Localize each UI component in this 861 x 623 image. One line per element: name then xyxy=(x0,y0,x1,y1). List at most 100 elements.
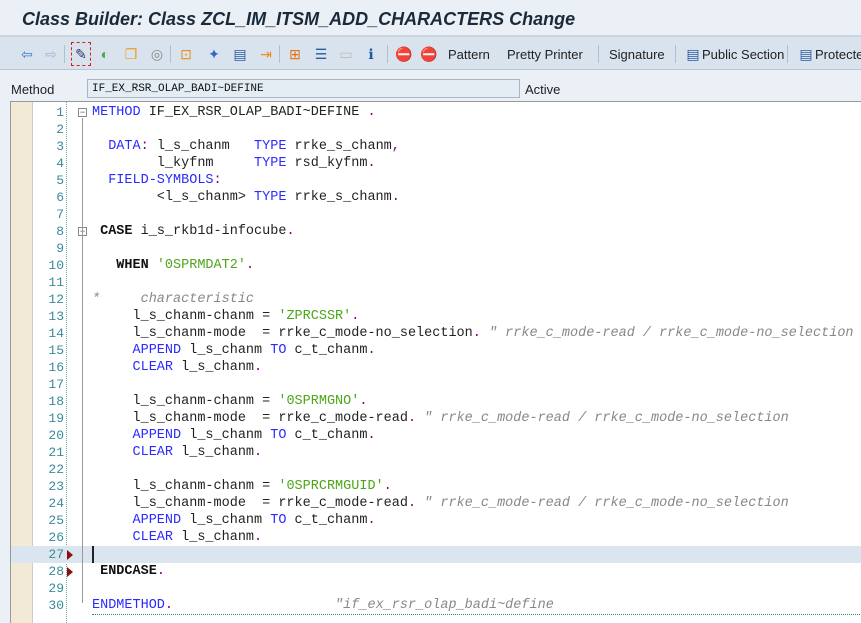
forward-button[interactable]: ⇨ xyxy=(42,43,60,65)
line-number: 21 xyxy=(48,445,64,460)
code-token: . xyxy=(407,411,417,426)
code-line[interactable]: 10 WHEN '0SPRMDAT2'. xyxy=(11,257,861,274)
code-token: '0SPRCRMGUID' xyxy=(278,479,384,494)
code-token: . xyxy=(351,309,360,324)
code-line[interactable]: 15 APPEND l_s_chanm TO c_t_chanm. xyxy=(11,342,861,359)
code-line[interactable]: 22 xyxy=(11,461,861,478)
object-list-button[interactable]: ⊡ xyxy=(177,43,195,65)
stop-button[interactable]: ⛔ xyxy=(395,43,413,65)
code-token: c_t_chanm xyxy=(286,428,368,443)
pattern-button[interactable]: Pattern xyxy=(448,43,490,65)
code-text: CASE i_s_rkb1d-infocube. xyxy=(92,224,294,239)
code-token: " rrke_c_mode-read / rrke_c_mode-no_sele… xyxy=(480,326,854,341)
inactive-objects-button[interactable]: ❐ xyxy=(122,43,140,65)
code-line[interactable]: 7 xyxy=(11,206,861,223)
protected-section-button[interactable]: ▤ Protecte xyxy=(797,43,861,65)
code-token: CASE xyxy=(92,224,133,239)
code-line[interactable]: 19 l_s_chanm-mode = rrke_c_mode-read. " … xyxy=(11,410,861,427)
code-line[interactable]: 5 FIELD-SYMBOLS: xyxy=(11,172,861,189)
code-line[interactable]: 25 APPEND l_s_chanm TO c_t_chanm. xyxy=(11,512,861,529)
info-button[interactable]: ℹ xyxy=(362,43,380,65)
code-token: '0SPRMDAT2' xyxy=(148,258,246,273)
code-line[interactable]: 14 l_s_chanm-mode = rrke_c_mode-no_selec… xyxy=(11,325,861,342)
code-token: l_s_chanm xyxy=(173,360,255,375)
outline-icon: ☰ xyxy=(314,45,328,62)
code-line[interactable]: 3 DATA: l_s_chanm TYPE rrke_s_chanm, xyxy=(11,138,861,155)
code-line[interactable]: 18 l_s_chanm-chanm = '0SPRMGNO'. xyxy=(11,393,861,410)
code-token: <l_s_chanm> xyxy=(92,190,255,205)
code-token: . xyxy=(254,360,263,375)
code-text: ENDMETHOD. "if_ex_rsr_olap_badi~define xyxy=(92,598,554,613)
code-line[interactable]: 16 CLEAR l_s_chanm. xyxy=(11,359,861,376)
code-line[interactable]: 30 ENDMETHOD. "if_ex_rsr_olap_badi~define xyxy=(11,597,861,614)
activate-button[interactable]: ◐ xyxy=(96,43,114,65)
move-button[interactable]: ⇥ xyxy=(257,43,275,65)
code-line[interactable]: 12 * characteristic xyxy=(11,291,861,308)
line-number: 27 xyxy=(48,547,64,562)
list-button[interactable]: ▭ xyxy=(337,43,355,65)
fold-guide xyxy=(82,118,83,603)
stop-session-button[interactable]: ⛔ xyxy=(420,43,438,65)
collapse-icon[interactable]: − xyxy=(78,108,87,117)
code-token: i_s_rkb1d-infocube xyxy=(132,224,287,239)
code-token: ENDCASE xyxy=(92,564,157,579)
move-icon: ⇥ xyxy=(260,45,272,62)
toolbar-separator xyxy=(64,45,65,63)
public-section-button[interactable]: ▤ Public Section xyxy=(684,43,784,65)
code-token: TO xyxy=(270,513,287,528)
method-end-divider xyxy=(92,614,861,615)
code-line[interactable]: 13 l_s_chanm-chanm = 'ZPRCSSR'. xyxy=(11,308,861,325)
breakpoint-marker-icon[interactable] xyxy=(67,567,73,577)
code-token: l_s_chanm xyxy=(181,343,271,358)
code-token: * characteristic xyxy=(92,292,255,307)
toolbar-separator xyxy=(279,45,280,63)
code-line[interactable]: 27 xyxy=(11,546,861,563)
line-number: 2 xyxy=(56,122,64,137)
breakpoint-marker-icon[interactable] xyxy=(67,550,73,560)
line-number: 22 xyxy=(48,462,64,477)
code-token: 'ZPRCSSR' xyxy=(278,309,352,324)
code-line[interactable]: 17 xyxy=(11,376,861,393)
code-text: CLEAR l_s_chanm. xyxy=(92,360,263,375)
code-token: TYPE xyxy=(254,139,287,154)
toolbar-separator xyxy=(170,45,171,63)
code-line[interactable]: 23 l_s_chanm-chanm = '0SPRCRMGUID'. xyxy=(11,478,861,495)
code-token: l_s_chanm xyxy=(173,530,255,545)
line-number: 26 xyxy=(48,530,64,545)
back-icon: ⇦ xyxy=(21,45,33,62)
line-number: 20 xyxy=(48,428,64,443)
code-token: APPEND xyxy=(92,513,182,528)
code-token: '0SPRMGNO' xyxy=(278,394,360,409)
line-number: 11 xyxy=(48,275,64,290)
code-token: " rrke_c_mode-read / rrke_c_mode-no_sele… xyxy=(416,411,789,426)
code-token: rrke_s_chanm xyxy=(286,139,392,154)
code-line[interactable]: 6 <l_s_chanm> TYPE rrke_s_chanm. xyxy=(11,189,861,206)
hierarchy-button[interactable]: ⊞ xyxy=(286,43,304,65)
code-token: FIELD-SYMBOLS xyxy=(92,173,214,188)
code-line[interactable]: 1 − METHOD IF_EX_RSR_OLAP_BADI~DEFINE . xyxy=(11,104,861,121)
back-button[interactable]: ⇦ xyxy=(18,43,36,65)
code-line[interactable]: 2 xyxy=(11,121,861,138)
display-change-button[interactable]: ✎ xyxy=(71,42,91,66)
toolbar-separator xyxy=(675,45,676,63)
where-used-button[interactable]: ◎ xyxy=(148,43,166,65)
insert-button[interactable]: ▤ xyxy=(231,43,249,65)
code-line[interactable]: 9 xyxy=(11,240,861,257)
outline-button[interactable]: ☰ xyxy=(312,43,330,65)
code-editor[interactable]: 1− METHOD IF_EX_RSR_OLAP_BADI~DEFINE .23 … xyxy=(10,101,861,623)
signature-button[interactable]: Signature xyxy=(609,43,665,65)
method-field[interactable]: IF_EX_RSR_OLAP_BADI~DEFINE xyxy=(87,79,520,98)
code-line[interactable]: 20 APPEND l_s_chanm TO c_t_chanm. xyxy=(11,427,861,444)
code-line[interactable]: 29 xyxy=(11,580,861,597)
line-number: 3 xyxy=(56,139,64,154)
toolbar-separator xyxy=(787,45,788,63)
code-line[interactable]: 11 xyxy=(11,274,861,291)
magic-wand-button[interactable]: ✦ xyxy=(205,43,223,65)
code-line[interactable]: 24 l_s_chanm-mode = rrke_c_mode-read. " … xyxy=(11,495,861,512)
code-line[interactable]: 8− CASE i_s_rkb1d-infocube. xyxy=(11,223,861,240)
code-line[interactable]: 26 CLEAR l_s_chanm. xyxy=(11,529,861,546)
code-line[interactable]: 4 l_kyfnm TYPE rsd_kyfnm. xyxy=(11,155,861,172)
code-line[interactable]: 21 CLEAR l_s_chanm. xyxy=(11,444,861,461)
code-line[interactable]: 28 ENDCASE. xyxy=(11,563,861,580)
pretty-printer-button[interactable]: Pretty Printer xyxy=(507,43,583,65)
